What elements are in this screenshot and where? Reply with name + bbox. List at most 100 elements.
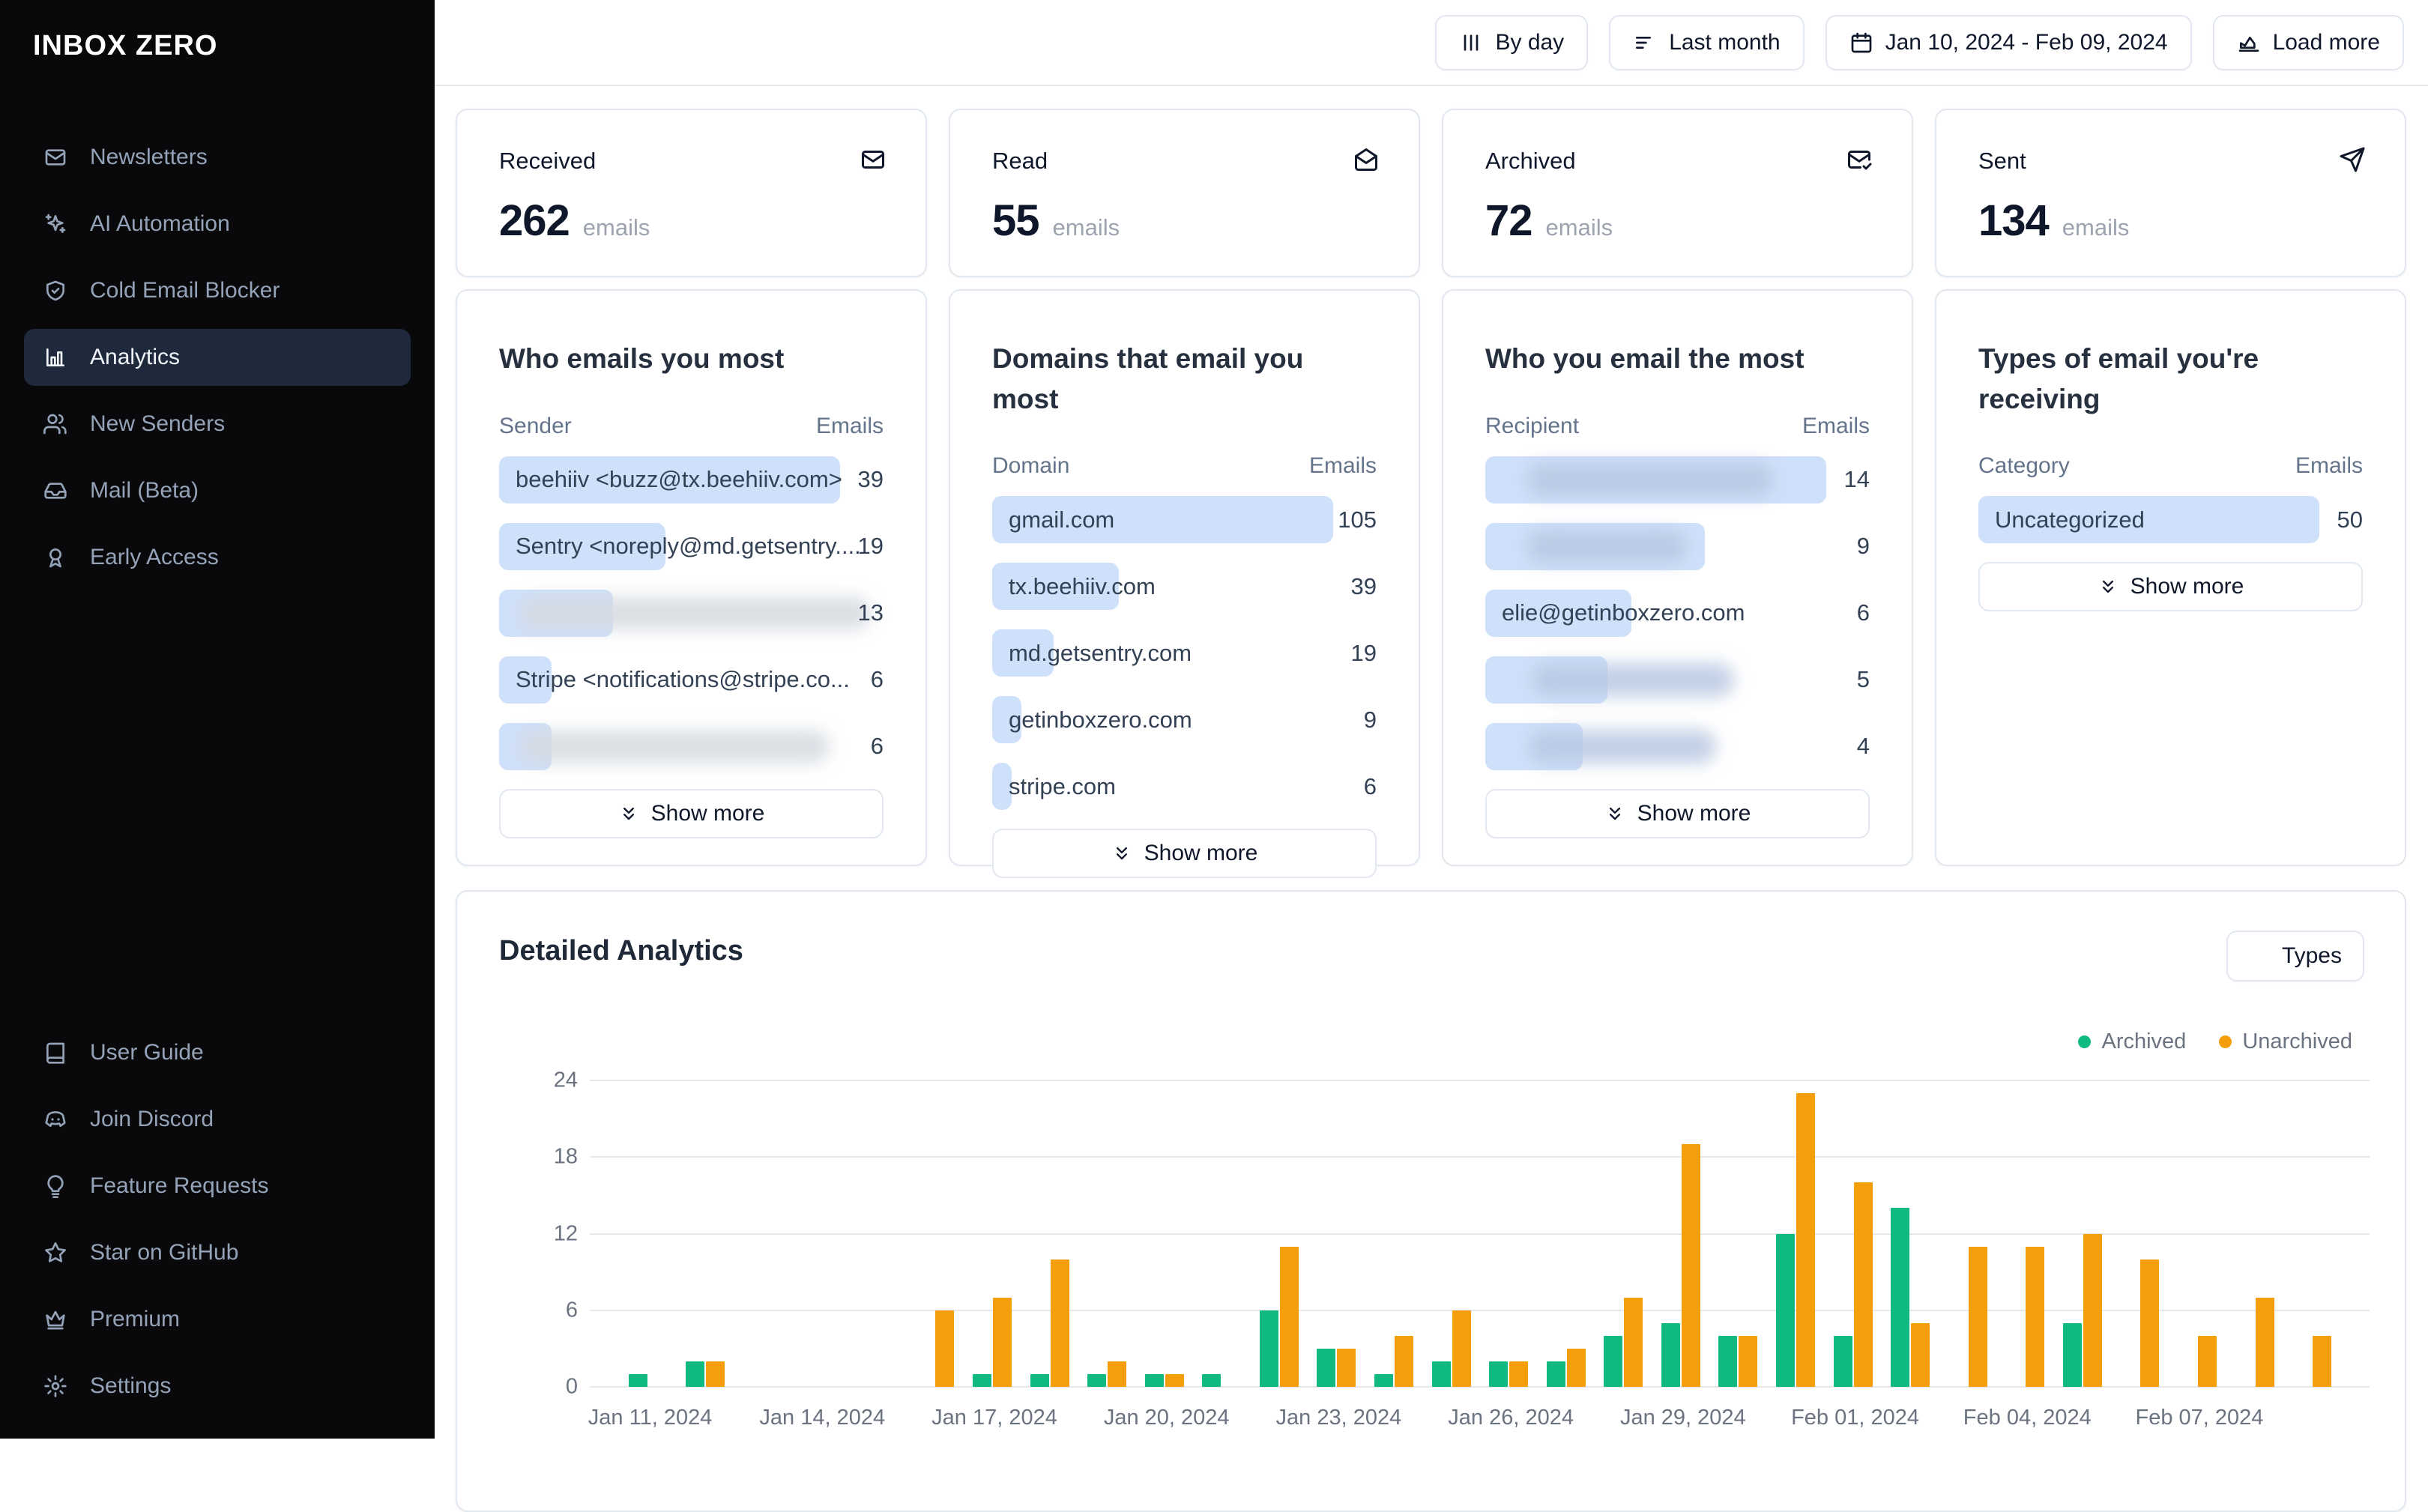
unarchived-bar	[1165, 1373, 1184, 1387]
sidebar: INBOX ZERO Newsletters AI Automation Cold …	[0, 0, 435, 1439]
stat-card-unit: emails	[582, 214, 650, 241]
x-axis-tick: Jan 14, 2024	[759, 1406, 886, 1430]
column-header: Sender	[499, 413, 572, 438]
archived-bar	[1661, 1322, 1680, 1387]
stat-card-value: 55	[992, 196, 1040, 245]
sidebar-item-early-access[interactable]: Early Access	[24, 529, 411, 586]
sidebar-item-feature-requests[interactable]: Feature Requests	[24, 1158, 411, 1215]
list-rows: 14 9 elie@getinboxzero.com 6 5 4	[1485, 447, 1870, 780]
table-row: beehiiv <buzz@tx.beehiiv.com> 39	[499, 447, 884, 513]
archived-bar	[1144, 1373, 1164, 1387]
topbar-button-by-day[interactable]: By day	[1435, 14, 1589, 70]
stat-card-label: Archived	[1485, 148, 1576, 174]
list-card-0: Who emails you most Sender Emails beehiiv <…	[456, 289, 927, 866]
chevrons-down-icon	[2098, 576, 2119, 597]
archived-bar	[1087, 1373, 1107, 1387]
show-more-button[interactable]: Show more	[992, 829, 1377, 879]
stat-card-icon-wrap	[1353, 146, 1380, 173]
send-icon	[2339, 146, 2366, 173]
topbar-button-last-month[interactable]: Last month	[1609, 14, 1805, 70]
stat-card-icon-wrap	[860, 146, 887, 173]
list-card-1: Domains that email you most Domain Emails g…	[949, 289, 1420, 879]
mail-open-icon	[1353, 146, 1380, 173]
sidebar-item-user-guide[interactable]: User Guide	[24, 1024, 411, 1081]
sidebar-item-new-senders[interactable]: New Senders	[24, 396, 411, 453]
unarchived-bar	[1739, 1335, 1758, 1387]
column-header: Recipient	[1485, 413, 1580, 438]
sidebar-item-label: Premium	[90, 1307, 181, 1331]
bar-chart: 0 6 12 18 24 Jan 11, 2024 Jan 14, 2024 Jan 17, …	[554, 1068, 2370, 1430]
x-axis-tick: Feb 04, 2024	[1963, 1406, 2092, 1430]
list-rows: Uncategorized 50	[1978, 486, 2363, 553]
stat-value-row: 55 emails	[992, 196, 1377, 246]
chevrons-down-icon	[1111, 843, 1132, 864]
archived-bar	[1431, 1361, 1451, 1387]
unarchived-bar	[1509, 1361, 1529, 1387]
sidebar-item-label: New Senders	[90, 411, 226, 436]
show-more-label: Show more	[650, 800, 765, 826]
unarchived-bar	[1681, 1144, 1700, 1387]
crown-icon	[43, 1307, 67, 1331]
unarchived-bar	[706, 1361, 725, 1387]
show-more-label: Show more	[2130, 574, 2244, 599]
table-row: 4	[1485, 713, 1870, 780]
chart-gridline	[590, 1309, 2370, 1311]
unarchived-bar	[1911, 1322, 1930, 1387]
chart-gridline	[590, 1386, 2370, 1388]
chart-gridline	[590, 1156, 2370, 1158]
content: Received 262 emails Read 55 emails Archived 72 e…	[435, 86, 2428, 1512]
row-label: Sentry <noreply@md.getsentry....	[516, 533, 861, 560]
row-value: 9	[1363, 706, 1377, 733]
sidebar-item-star-on-github[interactable]: Star on GitHub	[24, 1224, 411, 1281]
mail-icon	[43, 145, 67, 169]
topbar-button-label: Jan 10, 2024 - Feb 09, 2024	[1885, 29, 2168, 55]
archived-bar	[1202, 1373, 1221, 1387]
unarchived-bar	[2083, 1233, 2102, 1387]
row-label: tx.beehiiv.com	[1009, 572, 1156, 599]
list-card-header: Recipient Emails	[1485, 414, 1870, 439]
row-value: 19	[1350, 639, 1377, 666]
topbar: By day Last month Jan 10, 2024 - Feb 09, 2…	[435, 0, 2428, 86]
unarchived-bar	[992, 1297, 1012, 1387]
blurred-text-redaction	[1526, 529, 1688, 563]
list-card-title: Who you email the most	[1485, 343, 1805, 374]
table-row: stripe.com 6	[992, 753, 1377, 820]
list-card-title: Who emails you most	[499, 343, 785, 374]
sidebar-item-mail-beta[interactable]: Mail (Beta)	[24, 462, 411, 519]
gear-icon	[43, 1374, 67, 1398]
sidebar-item-cold-email-blocker[interactable]: Cold Email Blocker	[24, 262, 411, 319]
stat-card-value: 134	[1978, 196, 2050, 245]
sidebar-item-settings[interactable]: Settings	[24, 1358, 411, 1415]
list-card-header: Sender Emails	[499, 414, 884, 439]
types-filter-button[interactable]: Types	[2226, 931, 2364, 982]
users-icon	[43, 412, 67, 436]
app-logo: INBOX ZERO	[33, 30, 218, 61]
book-icon	[43, 1041, 67, 1065]
mail-icon	[860, 146, 887, 173]
topbar-button-load-more[interactable]: Load more	[2212, 14, 2404, 70]
row-value: 6	[870, 666, 884, 693]
sidebar-item-analytics[interactable]: Analytics	[24, 329, 411, 386]
topbar-button-jan-10-2024-feb-09-2024[interactable]: Jan 10, 2024 - Feb 09, 2024	[1825, 14, 2192, 70]
show-more-button[interactable]: Show more	[1978, 562, 2363, 612]
archived-bar	[1317, 1348, 1336, 1387]
chart-gridline	[590, 1080, 2370, 1081]
blurred-text-redaction	[1526, 462, 1774, 497]
row-value: 14	[1843, 466, 1870, 493]
show-more-button[interactable]: Show more	[1485, 788, 1870, 838]
table-row: 14	[1485, 447, 1870, 513]
star-icon	[43, 1241, 67, 1265]
sidebar-item-newsletters[interactable]: Newsletters	[24, 129, 411, 186]
topbar-button-label: Last month	[1669, 29, 1781, 55]
sidebar-item-ai-automation[interactable]: AI Automation	[24, 196, 411, 252]
sidebar-item-join-discord[interactable]: Join Discord	[24, 1091, 411, 1148]
unarchived-bar	[1108, 1361, 1127, 1387]
sidebar-item-label: Settings	[90, 1373, 172, 1398]
table-row: 9	[1485, 513, 1870, 580]
archived-bar	[1489, 1361, 1509, 1387]
stat-card-icon-wrap	[1846, 146, 1873, 173]
sidebar-item-premium[interactable]: Premium	[24, 1291, 411, 1348]
show-more-button[interactable]: Show more	[499, 788, 884, 838]
sparkles-icon	[43, 212, 67, 236]
archived-bar	[1775, 1233, 1795, 1387]
